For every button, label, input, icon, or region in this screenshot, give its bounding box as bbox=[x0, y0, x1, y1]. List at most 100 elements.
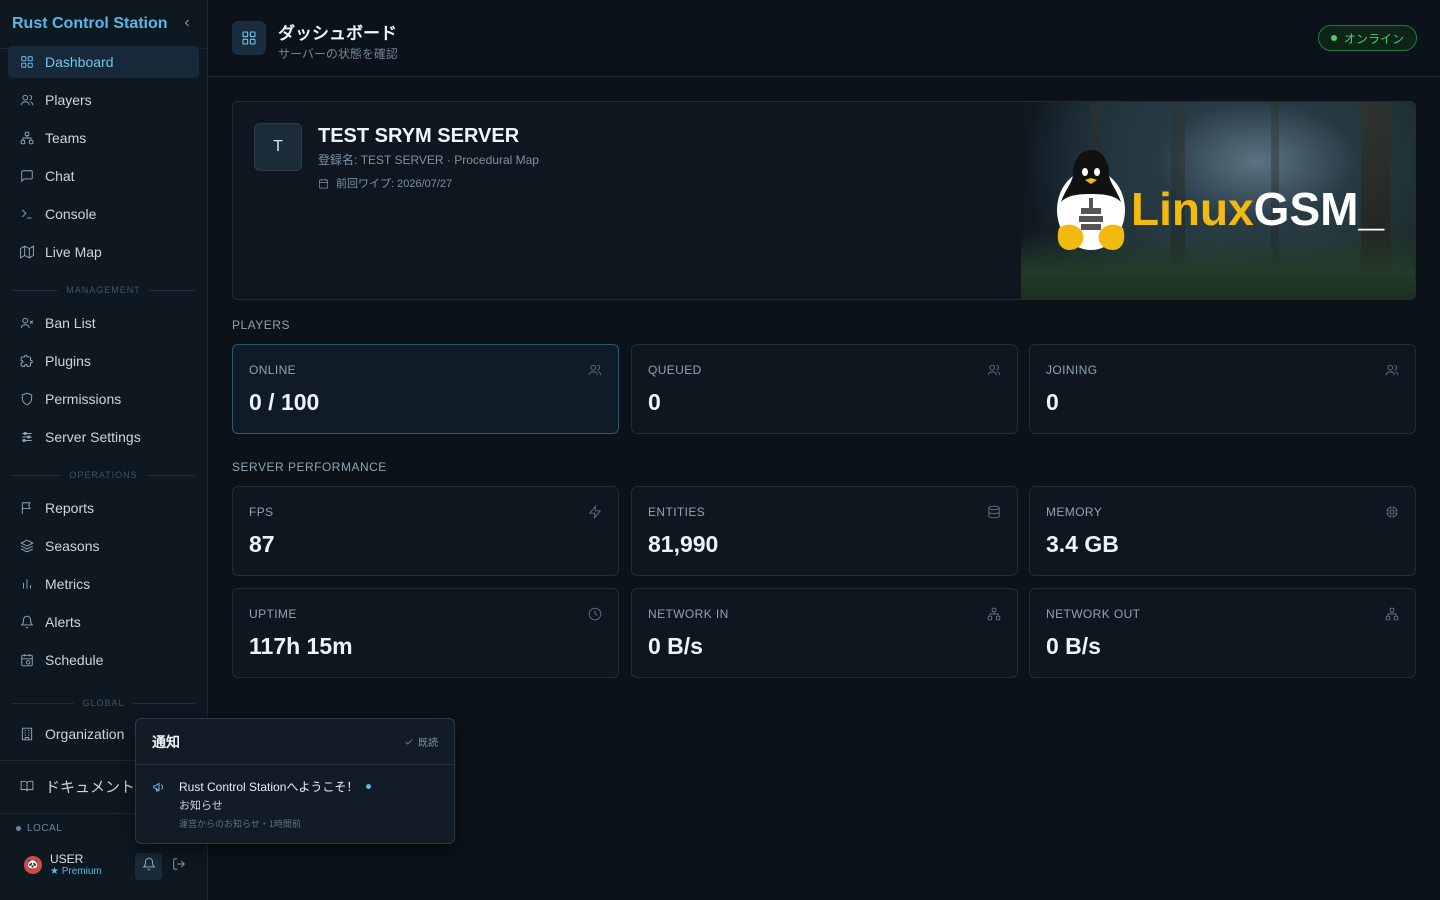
sidebar-item-schedule[interactable]: Schedule bbox=[8, 644, 199, 676]
sidebar-item-reports[interactable]: Reports bbox=[8, 492, 199, 524]
sidebar-item-label: Schedule bbox=[45, 652, 104, 668]
sidebar-item-live-map[interactable]: Live Map bbox=[8, 236, 199, 268]
building-icon bbox=[20, 727, 34, 741]
bell-icon bbox=[141, 857, 156, 876]
users-icon bbox=[588, 363, 602, 377]
shield-icon bbox=[20, 392, 34, 406]
sidebar-item-label: Ban List bbox=[45, 315, 96, 331]
stat-label: UPTIME bbox=[249, 607, 297, 621]
stat-label: JOINING bbox=[1046, 363, 1098, 377]
stat-label: NETWORK IN bbox=[648, 607, 729, 621]
sidebar-item-label: Plugins bbox=[45, 353, 91, 369]
stat-card-network-in: NETWORK IN 0 B/s bbox=[631, 588, 1018, 678]
sidebar-item-plugins[interactable]: Plugins bbox=[8, 345, 199, 377]
network-icon bbox=[987, 607, 1001, 621]
notification-message: Rust Control Stationへようこそ！ bbox=[179, 778, 372, 795]
sidebar-item-server-settings[interactable]: Server Settings bbox=[8, 421, 199, 453]
zap-icon bbox=[588, 504, 602, 520]
sidebar-item-alerts[interactable]: Alerts bbox=[8, 606, 199, 638]
stat-label: FPS bbox=[249, 505, 274, 519]
section-label-operations: OPERATIONS bbox=[12, 470, 195, 480]
stat-value: 0 B/s bbox=[1046, 633, 1101, 659]
stat-value: 81,990 bbox=[648, 531, 719, 557]
sidebar-item-metrics[interactable]: Metrics bbox=[8, 568, 199, 600]
sidebar-item-label: Players bbox=[45, 92, 92, 108]
sidebar-item-label: Organization bbox=[45, 726, 125, 742]
last-wipe-text: 前回ワイプ: 2026/07/27 bbox=[336, 178, 453, 190]
flag-icon bbox=[20, 501, 34, 515]
stat-card-online: ONLINE 0 / 100 bbox=[232, 344, 619, 434]
sidebar-item-label: ドキュメント bbox=[45, 778, 136, 796]
message-icon bbox=[20, 169, 34, 183]
database-icon bbox=[987, 505, 1001, 519]
performance-section-title: SERVER PERFORMANCE bbox=[232, 460, 387, 474]
layers-icon bbox=[20, 539, 34, 553]
sidebar-item-chat[interactable]: Chat bbox=[8, 160, 199, 192]
logout-button[interactable] bbox=[170, 857, 188, 875]
sidebar-item-label: Seasons bbox=[45, 538, 100, 554]
stat-value: 3.4 GB bbox=[1046, 531, 1119, 557]
page-title: ダッシュボード bbox=[278, 24, 397, 43]
logout-icon bbox=[172, 857, 186, 876]
sidebar-brand: Rust Control Station bbox=[0, 0, 207, 49]
page-header: ダッシュボード サーバーの状態を確認 オンライン bbox=[208, 0, 1440, 77]
bell-icon bbox=[20, 615, 34, 629]
stat-value: 0 bbox=[648, 389, 661, 415]
tux-penguin-icon bbox=[1057, 150, 1125, 250]
sidebar-item-players[interactable]: Players bbox=[8, 84, 199, 116]
section-label-global: GLOBAL bbox=[12, 698, 195, 708]
app-title[interactable]: Rust Control Station bbox=[12, 15, 168, 33]
sidebar-item-label: Chat bbox=[45, 168, 75, 184]
sidebar-item-label: Teams bbox=[45, 130, 87, 146]
megaphone-icon bbox=[152, 780, 166, 794]
user-name: USER bbox=[50, 852, 84, 866]
stat-value: 117h 15m bbox=[249, 633, 353, 659]
server-name: TEST SRYM SERVER bbox=[318, 125, 520, 147]
sidebar-item-label: Live Map bbox=[45, 244, 102, 260]
users-icon bbox=[1385, 363, 1399, 377]
notification-meta: 運営からのお知らせ・1時間前 bbox=[179, 819, 301, 829]
sidebar-item-label: Alerts bbox=[45, 614, 81, 630]
players-section-title: PLAYERS bbox=[232, 318, 290, 332]
status-dot bbox=[16, 826, 21, 831]
sidebar-item-label: Console bbox=[45, 206, 97, 222]
sidebar-item-teams[interactable]: Teams bbox=[8, 122, 199, 154]
sidebar-item-dashboard[interactable]: Dashboard bbox=[8, 46, 199, 78]
linuxgsm-logo: LinuxGSM_ bbox=[1055, 146, 1384, 254]
stat-label: NETWORK OUT bbox=[1046, 607, 1141, 621]
stat-card-uptime: UPTIME 117h 15m bbox=[232, 588, 619, 678]
server-banner: LinuxGSM_ bbox=[1021, 102, 1415, 299]
banner-logo-text: LinuxGSM_ bbox=[1131, 183, 1385, 235]
calendar-clock-icon bbox=[20, 653, 34, 667]
user-x-icon bbox=[20, 316, 34, 330]
sidebar-item-ban-list[interactable]: Ban List bbox=[8, 307, 199, 339]
notifications-button[interactable] bbox=[135, 853, 162, 880]
puzzle-icon bbox=[20, 354, 34, 368]
sidebar-item-console[interactable]: Console bbox=[8, 198, 199, 230]
sidebar-item-seasons[interactable]: Seasons bbox=[8, 530, 199, 562]
chevron-left-icon[interactable] bbox=[181, 16, 193, 32]
user-profile[interactable]: 🐼 USER ★ Premium bbox=[24, 852, 102, 877]
stat-value: 0 bbox=[1046, 389, 1059, 415]
calendar-icon bbox=[318, 178, 336, 189]
environment-label: LOCAL bbox=[27, 823, 63, 834]
users-icon bbox=[20, 93, 34, 107]
sidebar-item-label: Metrics bbox=[45, 576, 91, 592]
stat-value: 0 B/s bbox=[648, 633, 703, 659]
network-icon bbox=[20, 131, 34, 145]
clock-icon bbox=[588, 607, 602, 621]
section-label-management: MANAGEMENT bbox=[12, 285, 195, 295]
status-dot bbox=[1330, 35, 1337, 41]
notifications-header: 通知 既読 bbox=[136, 719, 454, 765]
sidebar-item-label: Permissions bbox=[45, 391, 122, 407]
notification-category: お知らせ bbox=[179, 800, 223, 812]
sidebar-item-label: Dashboard bbox=[45, 54, 114, 70]
sidebar-item-permissions[interactable]: Permissions bbox=[8, 383, 199, 415]
notifications-popover: 通知 既読 Rust Control Stationへようこそ！ お知らせ 運営… bbox=[135, 718, 455, 844]
mark-read-button[interactable]: 既読 bbox=[404, 734, 438, 749]
grid-icon bbox=[232, 21, 266, 55]
sidebar-item-label: Reports bbox=[45, 500, 95, 516]
status-badge: オンライン bbox=[1317, 25, 1417, 51]
avatar: 🐼 bbox=[24, 855, 42, 874]
check-icon bbox=[404, 737, 418, 747]
